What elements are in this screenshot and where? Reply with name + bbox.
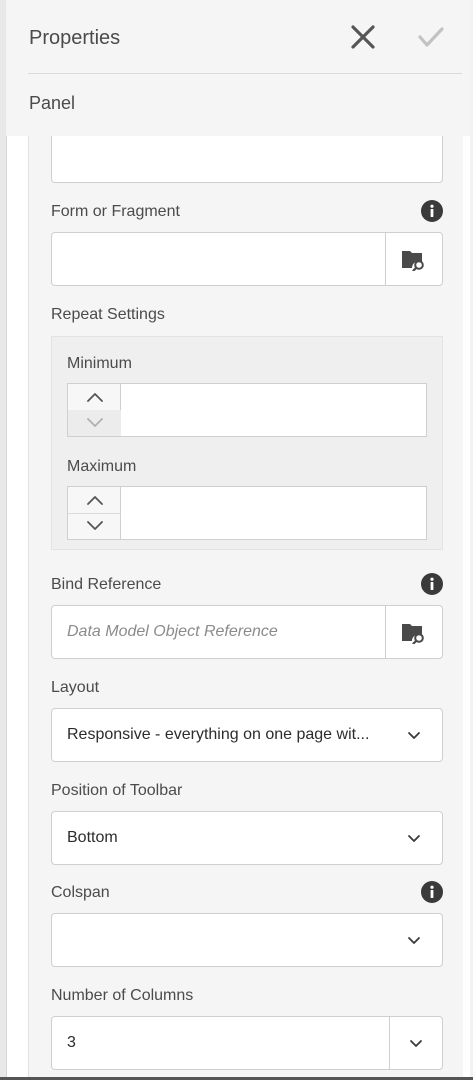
form-fragment-browse-button[interactable]: [385, 233, 442, 285]
panel-section: Panel: [6, 74, 470, 136]
bind-reference-label: Bind Reference: [51, 576, 162, 593]
columns-combobox[interactable]: 3: [51, 1016, 443, 1070]
properties-content[interactable]: Form or Fragment Repeat Settings Minimum: [28, 136, 463, 1077]
columns-value: 3: [67, 1034, 76, 1051]
minimum-decrement-button[interactable]: [68, 410, 121, 436]
close-button[interactable]: [346, 20, 380, 54]
columns-label: Number of Columns: [51, 987, 194, 1004]
info-icon[interactable]: [421, 881, 443, 903]
maximum-decrement-button[interactable]: [68, 513, 121, 539]
toolbar-position-dropdown-toggle[interactable]: [394, 812, 434, 864]
properties-panel: Properties Panel Form or Fragment Repeat…: [0, 0, 473, 1080]
layout-select[interactable]: Responsive - everything on one page wit.…: [51, 708, 443, 762]
repeat-settings-label: Repeat Settings: [51, 306, 165, 323]
info-icon[interactable]: [421, 200, 443, 222]
folder-search-icon: [402, 624, 424, 644]
info-icon[interactable]: [421, 573, 443, 595]
toolbar-position-select[interactable]: Bottom: [51, 811, 443, 865]
properties-header: Properties: [6, 0, 470, 74]
repeat-settings-group: Minimum Maximum: [51, 336, 443, 550]
maximum-label: Maximum: [67, 458, 137, 475]
maximum-increment-button[interactable]: [68, 487, 121, 514]
maximum-stepper-arrows: [68, 487, 121, 539]
toolbar-position-selected-value: Bottom: [67, 829, 118, 846]
folder-search-icon: [402, 251, 424, 271]
close-icon: [351, 25, 375, 49]
bind-reference-input[interactable]: Data Model Object Reference: [51, 605, 443, 659]
chevron-down-icon: [86, 521, 103, 530]
colspan-select[interactable]: [51, 913, 443, 967]
bind-reference-browse-button[interactable]: [385, 606, 442, 658]
chevron-down-icon: [410, 1039, 422, 1047]
minimum-stepper-arrows: [68, 384, 121, 436]
chevron-down-icon: [408, 834, 420, 842]
minimum-increment-button[interactable]: [68, 384, 121, 411]
minimum-stepper[interactable]: [67, 383, 427, 437]
layout-dropdown-toggle[interactable]: [394, 709, 434, 761]
chevron-up-icon: [86, 393, 103, 402]
colspan-label: Colspan: [51, 884, 110, 901]
chevron-down-icon: [408, 936, 420, 944]
chevron-up-icon: [86, 496, 103, 505]
chevron-down-icon: [86, 418, 103, 427]
layout-selected-value: Responsive - everything on one page wit.…: [67, 726, 370, 743]
layout-label: Layout: [51, 679, 100, 696]
minimum-label: Minimum: [67, 355, 132, 372]
left-edge-divider: [0, 0, 7, 1080]
columns-dropdown-button[interactable]: [389, 1017, 442, 1069]
bind-reference-placeholder: Data Model Object Reference: [67, 623, 278, 640]
form-fragment-label: Form or Fragment: [51, 203, 180, 220]
confirm-button[interactable]: [414, 20, 448, 54]
form-fragment-input[interactable]: [51, 232, 443, 286]
chevron-down-icon: [408, 731, 420, 739]
checkmark-icon: [418, 27, 444, 47]
truncated-text-input[interactable]: [51, 136, 443, 183]
colspan-dropdown-toggle[interactable]: [394, 914, 434, 966]
toolbar-position-label: Position of Toolbar: [51, 782, 183, 799]
maximum-stepper[interactable]: [67, 486, 427, 540]
panel-section-label: Panel: [29, 93, 76, 113]
properties-title: Properties: [29, 27, 121, 49]
